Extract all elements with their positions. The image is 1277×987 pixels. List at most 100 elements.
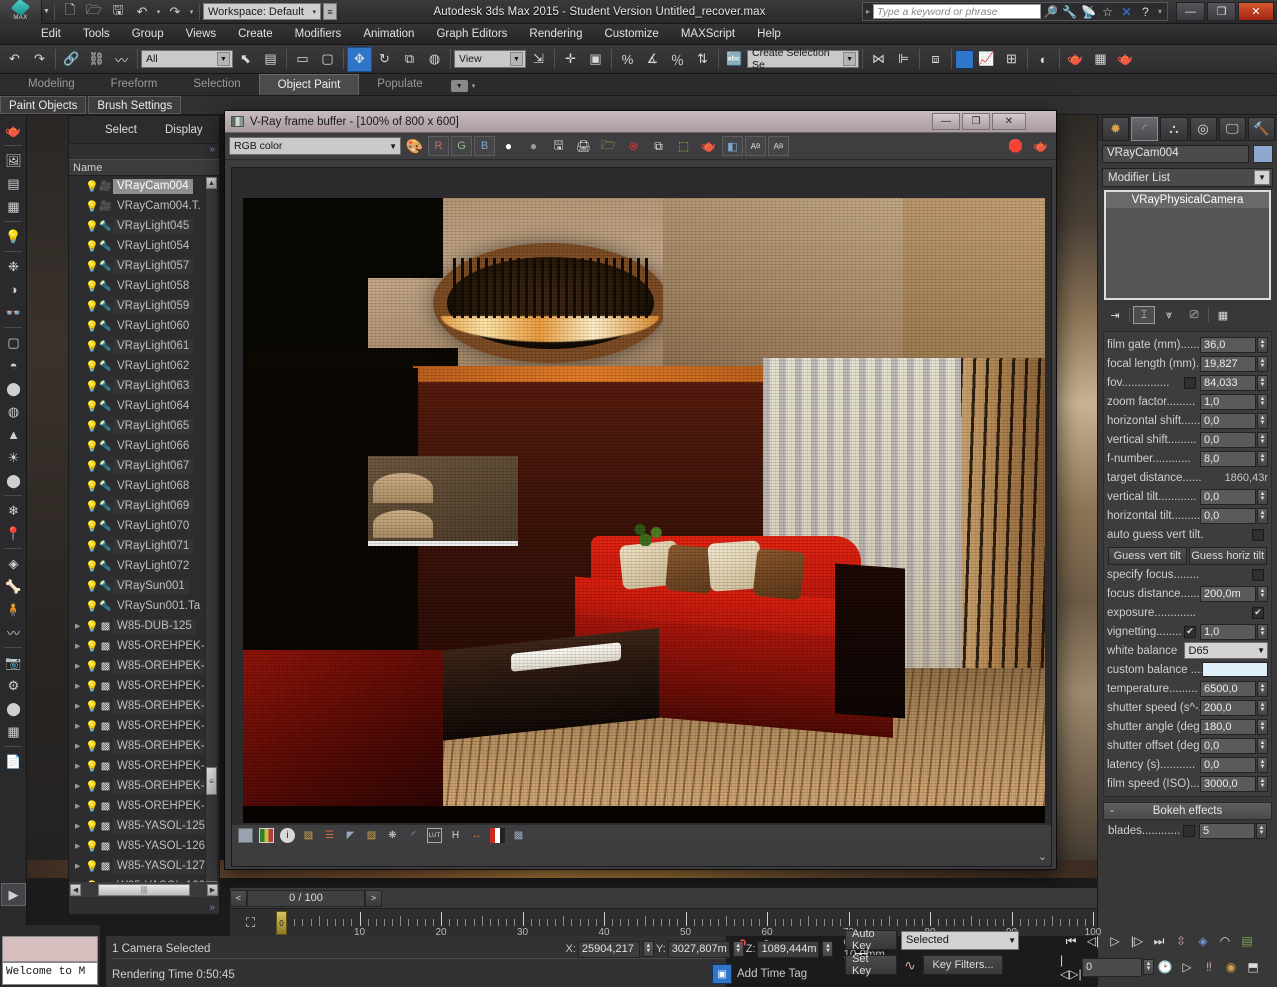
color-wheel-icon[interactable]: 🎨	[403, 136, 426, 157]
pan-horizontal-icon[interactable]: ↔	[469, 828, 484, 843]
menu-item-help[interactable]: Help	[746, 24, 792, 45]
scene-explorer-row[interactable]: ▶ 💡 ▩ W85-OREHPEK-	[69, 756, 219, 776]
time-configuration-icon[interactable]: 🕑	[1154, 956, 1176, 978]
wrench-icon[interactable]: 🔧	[1060, 2, 1079, 21]
zoom-icon[interactable]: ⇳	[1170, 930, 1192, 952]
blades-checkbox[interactable]	[1183, 825, 1195, 837]
workspace-selector[interactable]: Workspace: Default ▾	[203, 3, 321, 20]
slot-b-icon[interactable]: AB	[768, 136, 789, 156]
visibility-bulb-icon[interactable]: 💡	[85, 600, 99, 613]
scene-explorer-row[interactable]: 💡 🔦 VRayLight072	[69, 556, 219, 576]
scene-explorer-more-icon[interactable]: »	[209, 902, 215, 913]
green-channel-button[interactable]: G	[451, 136, 472, 156]
parameter-field[interactable]: 1,0	[1200, 623, 1256, 640]
ribbon-minimize-caret-icon[interactable]: ▾	[472, 82, 476, 90]
select-and-move-icon[interactable]: ✥	[347, 46, 372, 72]
visibility-bulb-icon[interactable]: 💡	[85, 760, 99, 773]
vfb-title-bar[interactable]: V-Ray frame buffer - [100% of 800 x 600]…	[225, 111, 1056, 133]
parameter-spinner[interactable]: ▲ ▼	[1257, 623, 1268, 640]
edit-named-selection-icon[interactable]: 🔤	[722, 47, 747, 72]
camera-icon[interactable]: 📷	[1, 651, 26, 674]
vfb-minimize-button[interactable]: —	[932, 113, 960, 130]
parameter-field[interactable]: 3000,0	[1200, 775, 1256, 792]
expand-arrow-icon[interactable]: ▶	[75, 782, 85, 790]
prompt-line[interactable]: Welcome to M	[2, 962, 98, 985]
material-editor-icon[interactable]: ◐	[1031, 47, 1056, 72]
snaps-toggle-icon[interactable]: ▣	[583, 47, 608, 72]
parameter-field[interactable]: 0,0	[1200, 737, 1256, 754]
page-icon[interactable]: 📄	[1, 750, 26, 773]
key-curve-icon[interactable]: ∿	[901, 957, 919, 974]
parameter-checkbox[interactable]	[1252, 568, 1264, 581]
redo-icon[interactable]: ↷	[27, 47, 52, 72]
unlink-selection-icon[interactable]: ⛓	[84, 47, 109, 72]
vfb-maximize-button[interactable]: ❐	[962, 113, 990, 130]
rendered-image[interactable]	[243, 198, 1045, 823]
toggle-scene-explorer-button[interactable]	[955, 49, 974, 69]
go-to-end-icon[interactable]: ⏭	[1148, 930, 1170, 952]
blue-channel-button[interactable]: B	[474, 136, 495, 156]
select-link-icon[interactable]: 🔗	[59, 47, 84, 72]
teapot-icon[interactable]: 🫖	[1, 119, 26, 142]
visibility-bulb-icon[interactable]: 💡	[85, 780, 99, 793]
parameter-field[interactable]: 0,0	[1200, 507, 1256, 524]
visibility-bulb-icon[interactable]: 💡	[85, 660, 99, 673]
parameter-field[interactable]: 200,0m	[1200, 585, 1256, 602]
visibility-bulb-icon[interactable]: 💡	[85, 840, 99, 853]
scene-explorer-row[interactable]: 💡 🔦 VRayLight064	[69, 396, 219, 416]
visibility-bulb-icon[interactable]: 💡	[85, 700, 99, 713]
configure-modifier-sets-icon[interactable]: ▦	[1212, 306, 1234, 324]
set-key-mode-icon[interactable]: ⛶	[246, 915, 255, 931]
expand-arrow-icon[interactable]: ▶	[75, 822, 85, 830]
light-lister-icon[interactable]: 💡	[1, 225, 26, 248]
scene-explorer-row[interactable]: ▶ 💡 ▩ W85-YASOL-127	[69, 856, 219, 876]
coord-y-spinner[interactable]: ▲ ▼	[732, 941, 744, 957]
parameter-checkbox[interactable]	[1184, 376, 1196, 389]
ab-compare-icon[interactable]: ◧	[722, 136, 743, 156]
render-frame-window-icon[interactable]: 🖼	[1, 149, 26, 172]
percent-snap-toggle-icon[interactable]: ％	[665, 47, 690, 72]
redo-caret-icon[interactable]: ▾	[187, 8, 196, 16]
particle-flow-icon[interactable]: ❉	[1, 255, 26, 278]
select-and-manipulate-icon[interactable]: ✛	[558, 47, 583, 72]
align-icon[interactable]: ⊫	[891, 47, 916, 72]
visibility-bulb-icon[interactable]: 💡	[85, 240, 99, 253]
scene-explorer-row[interactable]: ▶ 💡 ▩ W85-OREHPEK-	[69, 696, 219, 716]
modifier-stack-item[interactable]: VRayPhysicalCamera	[1106, 192, 1269, 208]
parameter-checkbox[interactable]: ✔	[1184, 625, 1196, 638]
spinner-snap-icon[interactable]: ⇅	[690, 47, 715, 72]
srgb-toggle-icon[interactable]	[259, 828, 274, 843]
visibility-bulb-icon[interactable]: 💡	[85, 800, 99, 813]
new-file-icon[interactable]: 🗋	[58, 1, 82, 23]
color-levels-icon[interactable]: ☰	[322, 828, 337, 843]
close-window-button[interactable]: ✕	[1238, 2, 1274, 21]
parameter-field[interactable]: 200,0	[1200, 699, 1256, 716]
scroll-thumb[interactable]: ≡	[206, 767, 217, 795]
render-last-icon[interactable]: 🫖	[697, 136, 720, 157]
use-pivot-center-icon[interactable]: ⇲	[526, 47, 551, 72]
parameter-spinner[interactable]: ▲ ▼	[1257, 374, 1268, 391]
material-preview-swatch[interactable]	[2, 936, 98, 962]
lut-icon[interactable]: LUT	[427, 828, 442, 843]
disc-primitive-icon[interactable]: ⬤	[1, 469, 26, 492]
prev-frame-button[interactable]: <	[230, 889, 247, 907]
hair-icon[interactable]: 〰	[1, 621, 26, 644]
select-object-icon[interactable]: ⬉	[233, 47, 258, 72]
visibility-bulb-icon[interactable]: 💡	[85, 360, 99, 373]
select-and-scale-icon[interactable]: ⧉	[397, 47, 422, 72]
color-bars-icon[interactable]	[490, 828, 505, 843]
undo-icon[interactable]: ↶	[2, 47, 27, 72]
hierarchy-tab[interactable]: ⛬	[1160, 117, 1188, 141]
visibility-bulb-icon[interactable]: 💡	[85, 640, 99, 653]
slot-a-icon[interactable]: AB	[745, 136, 766, 156]
scene-explorer-row[interactable]: 💡 🔦 VRayLight071	[69, 536, 219, 556]
pin-stack-icon[interactable]: ⇥	[1104, 306, 1126, 324]
zoom-region-icon[interactable]: ▤	[1236, 930, 1258, 952]
clear-image-icon[interactable]: ⊗	[622, 136, 645, 157]
menu-item-modifiers[interactable]: Modifiers	[284, 24, 353, 45]
expand-arrow-icon[interactable]: ▶	[75, 702, 85, 710]
auto-key-button[interactable]: Auto Key	[845, 928, 897, 952]
parameter-color-swatch[interactable]	[1202, 662, 1268, 677]
parameter-spinner[interactable]: ▲ ▼	[1257, 355, 1268, 372]
expand-toolbar-icon[interactable]: ▶	[1, 883, 26, 906]
